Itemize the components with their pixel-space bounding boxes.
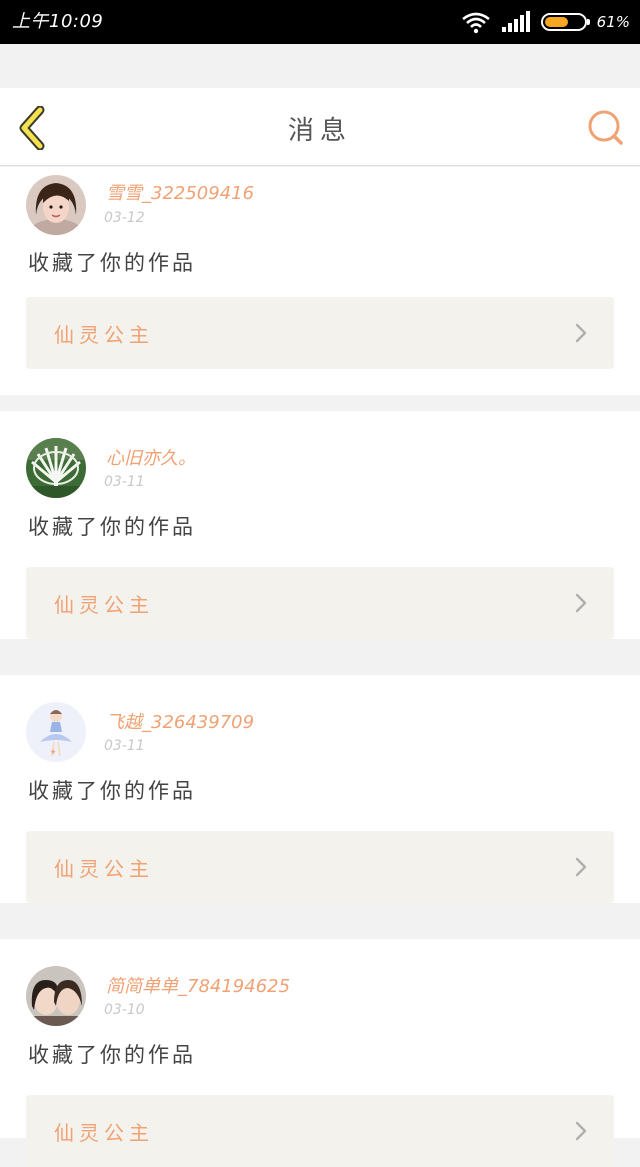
- message-card[interactable]: ★ 飞越_326439709 03-11 收藏了你的作品 仙灵公主: [0, 675, 640, 903]
- message-date: 03-11: [104, 738, 145, 754]
- message-action: 收藏了你的作品: [28, 251, 196, 275]
- username[interactable]: 雪雪_322509416: [106, 179, 254, 205]
- battery-level-fill: [544, 17, 568, 27]
- work-link[interactable]: 仙灵公主: [26, 567, 614, 639]
- search-icon: [588, 110, 623, 145]
- battery-percent: 61%: [596, 13, 630, 31]
- chevron-right-icon: [575, 1121, 587, 1141]
- username[interactable]: 简简单单_784194625: [106, 972, 290, 998]
- chevron-right-icon: [575, 593, 587, 613]
- avatar[interactable]: ★: [26, 702, 86, 762]
- message-action: 收藏了你的作品: [28, 1043, 196, 1067]
- search-button[interactable]: [586, 108, 626, 148]
- work-title: 仙灵公主: [54, 857, 154, 881]
- message-action: 收藏了你的作品: [28, 779, 196, 803]
- work-title: 仙灵公主: [54, 323, 154, 347]
- avatar[interactable]: [26, 438, 86, 498]
- work-link[interactable]: 仙灵公主: [26, 1095, 614, 1167]
- username[interactable]: 心旧亦久。: [106, 444, 196, 470]
- message-action: 收藏了你的作品: [28, 515, 196, 539]
- work-title: 仙灵公主: [54, 593, 154, 617]
- wifi-icon: [461, 12, 490, 34]
- chevron-right-icon: [575, 857, 587, 877]
- status-time: 上午10:09: [12, 11, 104, 32]
- battery-icon: [540, 13, 590, 31]
- svg-text:★: ★: [50, 748, 56, 756]
- work-link[interactable]: 仙灵公主: [26, 831, 614, 903]
- message-date: 03-11: [104, 474, 145, 490]
- username[interactable]: 飞越_326439709: [106, 708, 254, 734]
- avatar[interactable]: [26, 175, 86, 235]
- message-card[interactable]: 简简单单_784194625 03-10 收藏了你的作品 仙灵公主: [0, 939, 640, 1167]
- work-link[interactable]: 仙灵公主: [26, 297, 614, 369]
- chevron-right-icon: [575, 323, 587, 343]
- navigation-header: 消息: [0, 88, 640, 166]
- status-bar: 上午10:09 61%: [0, 0, 640, 44]
- status-icons: 61%: [461, 8, 630, 36]
- message-date: 03-12: [104, 210, 145, 226]
- message-card[interactable]: 雪雪_322509416 03-12 收藏了你的作品 仙灵公主: [0, 167, 640, 395]
- signal-icon: [501, 11, 530, 32]
- message-date: 03-10: [104, 1002, 145, 1018]
- page-title: 消息: [287, 116, 352, 146]
- avatar[interactable]: [26, 966, 86, 1026]
- work-title: 仙灵公主: [54, 1121, 154, 1145]
- message-card[interactable]: 心旧亦久。 03-11 收藏了你的作品 仙灵公主: [0, 411, 640, 639]
